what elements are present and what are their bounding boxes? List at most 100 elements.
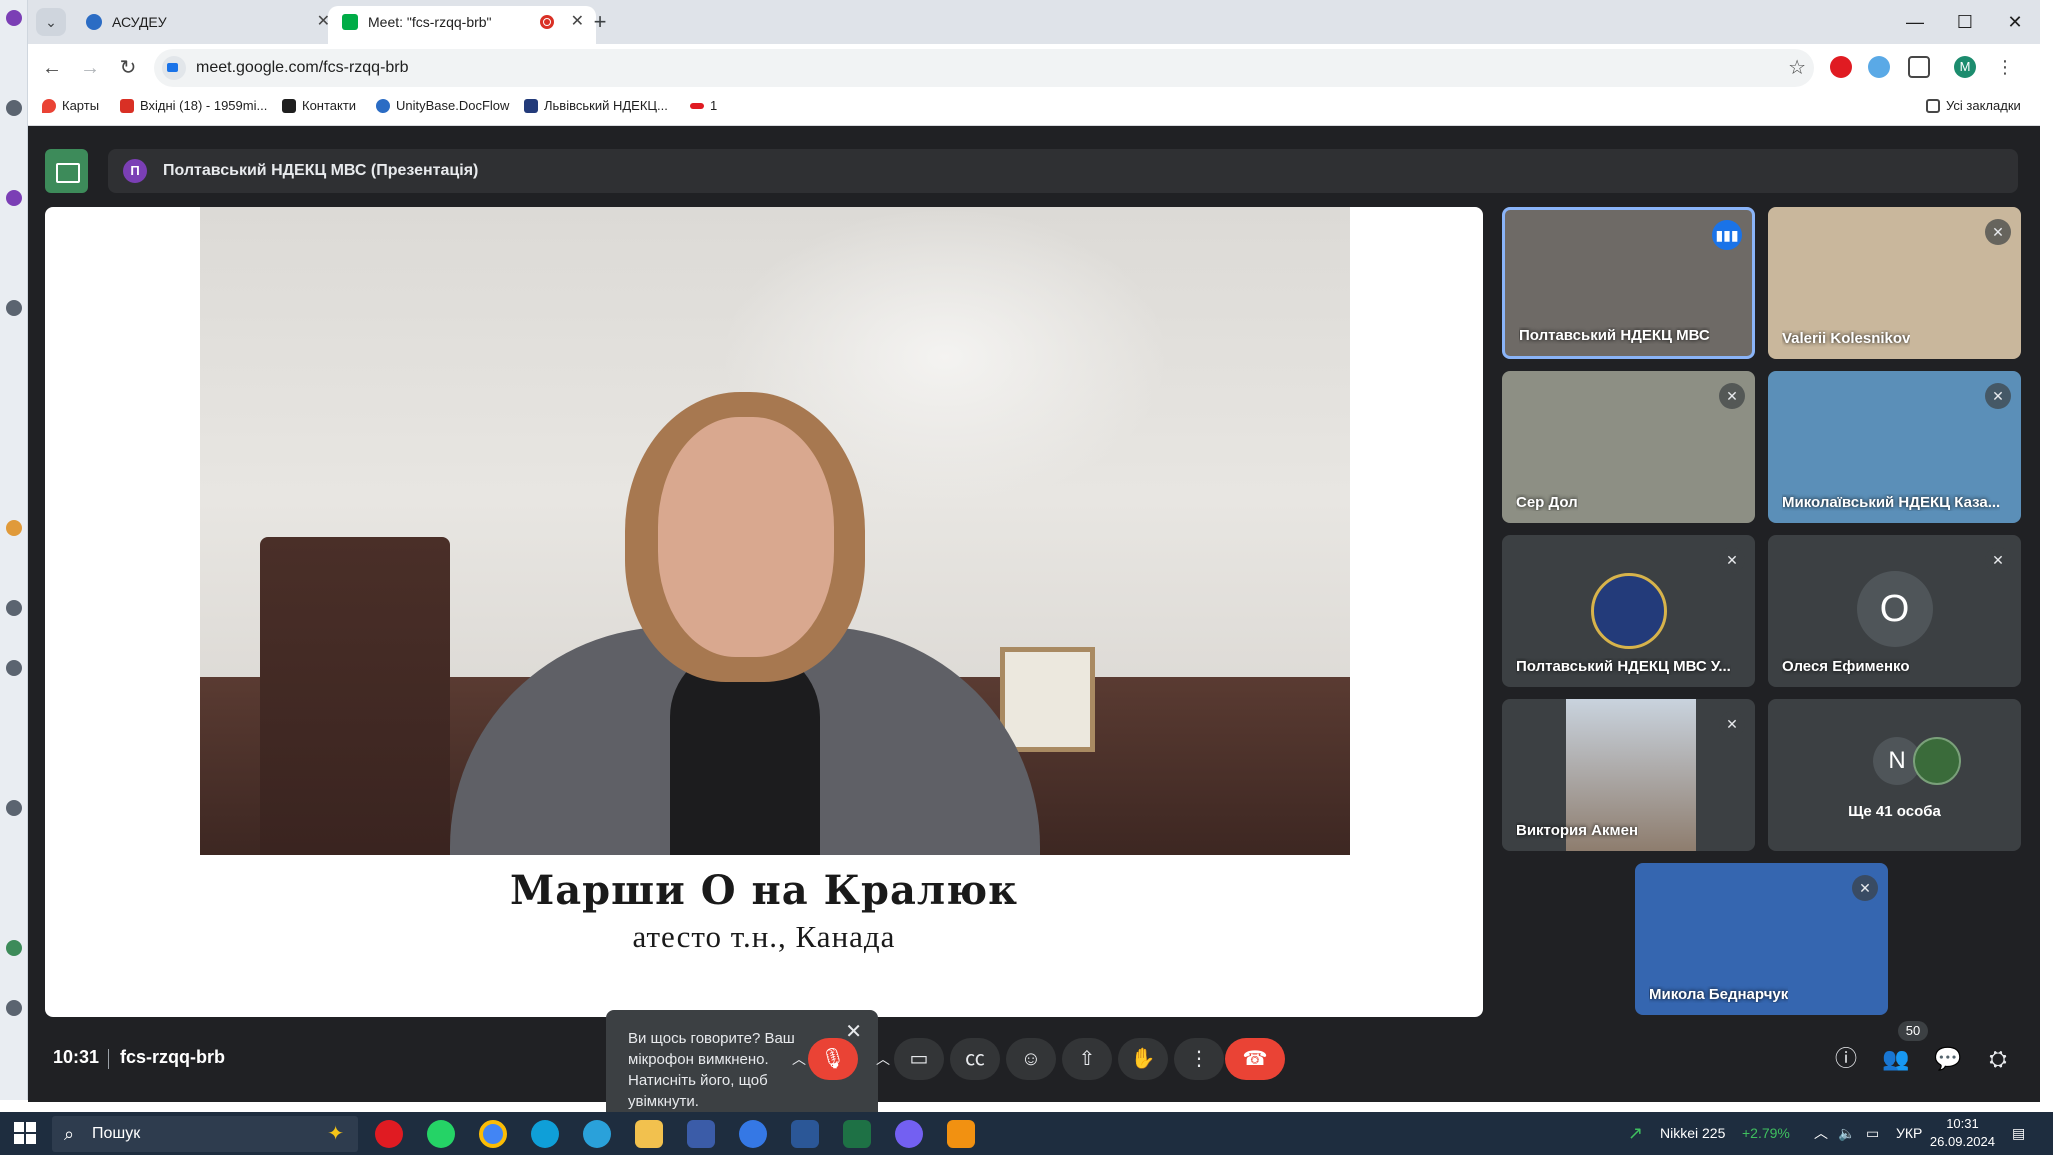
- taskbar-clock[interactable]: 10:31 26.09.2024: [1930, 1115, 1995, 1151]
- presentation-video[interactable]: Марши О на Кралюк атесто т.н., Канада: [45, 207, 1483, 1017]
- viber-app-icon[interactable]: [895, 1120, 923, 1148]
- file-explorer-icon[interactable]: [635, 1120, 663, 1148]
- app-icon[interactable]: [947, 1120, 975, 1148]
- minimize-icon[interactable]: —: [1892, 6, 1938, 38]
- chrome-app-icon[interactable]: [479, 1120, 507, 1148]
- bookmark-item[interactable]: Вхідні (18) - 1959mi...: [120, 92, 267, 120]
- bookmark-item[interactable]: Карты: [42, 92, 99, 120]
- tray-chevron-icon[interactable]: ︿: [1814, 1112, 1828, 1155]
- app-icon[interactable]: [687, 1120, 715, 1148]
- participant-name: Миколаївський НДЕКЦ Каза...: [1782, 494, 2001, 511]
- app-icon[interactable]: [6, 300, 22, 316]
- more-participants-tile[interactable]: N Ще 41 особа: [1768, 699, 2021, 851]
- meet-control-bar: 10:31 fcs-rzqq-brb ︿ 🎙 ︿ ▭ ㏄ ☺ ⇧ ✋ ⋮ ☎ ⓘ…: [28, 1021, 2040, 1102]
- network-icon[interactable]: ▭: [1866, 1112, 1879, 1155]
- app-icon[interactable]: [6, 10, 22, 26]
- app-icon[interactable]: [6, 800, 22, 816]
- mic-off-button[interactable]: 🎙: [808, 1038, 858, 1080]
- menu-dots-icon[interactable]: ⋮: [1994, 56, 2016, 78]
- captions-button[interactable]: ㏄: [950, 1038, 1000, 1080]
- meet-favicon-icon: [342, 14, 358, 30]
- extensions-puzzle-icon[interactable]: [1908, 56, 1930, 78]
- presenter-avatar: П: [123, 159, 147, 183]
- app-icon[interactable]: [739, 1120, 767, 1148]
- speaking-indicator-icon: ▮▮▮: [1712, 220, 1742, 250]
- present-screen-button[interactable]: ⇧: [1062, 1038, 1112, 1080]
- app-icon[interactable]: [6, 190, 22, 206]
- forward-arrow-icon[interactable]: →: [76, 54, 104, 82]
- tab-search-chevron-icon[interactable]: ⌄: [36, 8, 66, 36]
- asudeu-favicon-icon: [86, 14, 102, 30]
- all-bookmarks[interactable]: Усі закладки: [1926, 92, 2021, 120]
- app-icon[interactable]: [6, 660, 22, 676]
- bookmark-item[interactable]: Контакти: [282, 92, 356, 120]
- extension-icon[interactable]: [1868, 56, 1890, 78]
- tab-label: АСУДЕУ: [112, 14, 167, 30]
- camera-button[interactable]: ▭: [894, 1038, 944, 1080]
- participant-tile[interactable]: ✕ Сер Дол: [1502, 371, 1755, 523]
- meeting-info-icon[interactable]: ⓘ: [1828, 1041, 1864, 1077]
- emoji-reaction-button[interactable]: ☺: [1006, 1038, 1056, 1080]
- input-language[interactable]: УКР: [1896, 1112, 1922, 1155]
- window-close-icon[interactable]: ✕: [1992, 6, 2038, 38]
- bookmarks-bar: Карты Вхідні (18) - 1959mi... Контакти U…: [28, 92, 2040, 126]
- bookmark-star-icon[interactable]: ☆: [1788, 49, 1806, 87]
- change-layout-icon[interactable]: [45, 149, 88, 193]
- reload-icon[interactable]: ↻: [114, 54, 142, 82]
- new-tab-plus-icon[interactable]: +: [586, 8, 614, 36]
- excel-app-icon[interactable]: [843, 1120, 871, 1148]
- participant-tile[interactable]: ✕ Valerii Kolesnikov: [1768, 207, 2021, 359]
- notifications-icon[interactable]: ▤: [2012, 1112, 2025, 1155]
- people-icon[interactable]: 👥: [1878, 1041, 1914, 1077]
- participant-tile[interactable]: ✕ Микола Беднарчук: [1635, 863, 1888, 1015]
- meeting-code: fcs-rzqq-brb: [120, 1047, 225, 1067]
- mic-off-icon: ✕: [1719, 711, 1745, 737]
- mic-off-icon: ✕: [1852, 875, 1878, 901]
- app-icon[interactable]: [6, 1000, 22, 1016]
- tab-close-icon[interactable]: ✕: [571, 6, 584, 38]
- raise-hand-button[interactable]: ✋: [1118, 1038, 1168, 1080]
- mic-off-icon: ✕: [1985, 219, 2011, 245]
- word-app-icon[interactable]: [791, 1120, 819, 1148]
- participant-tile[interactable]: ✕ Полтавський НДЕКЦ МВС У...: [1502, 535, 1755, 687]
- app-icon[interactable]: [6, 600, 22, 616]
- bookmark-item[interactable]: 1: [690, 92, 717, 120]
- bookmark-label: Карты: [62, 98, 100, 113]
- participant-tile[interactable]: ▮▮▮ Полтавський НДЕКЦ МВС: [1502, 207, 1755, 359]
- back-arrow-icon[interactable]: ←: [38, 54, 66, 82]
- speaker-camera-feed: [200, 207, 1350, 855]
- whatsapp-app-icon[interactable]: [427, 1120, 455, 1148]
- profile-avatar[interactable]: M: [1954, 56, 1976, 78]
- edge-app-icon[interactable]: [531, 1120, 559, 1148]
- bookmark-item[interactable]: Львівський НДЕКЦ...: [524, 92, 668, 120]
- app-icon[interactable]: [6, 520, 22, 536]
- address-bar[interactable]: meet.google.com/fcs-rzqq-brb ☆: [154, 49, 1814, 87]
- leave-call-button[interactable]: ☎: [1225, 1038, 1285, 1080]
- more-options-button[interactable]: ⋮: [1174, 1038, 1224, 1080]
- app-icon[interactable]: [6, 940, 22, 956]
- participant-tile[interactable]: ✕ Виктория Акмен: [1502, 699, 1755, 851]
- participant-tile[interactable]: О ✕ Олеся Ефименко: [1768, 535, 2021, 687]
- volume-icon[interactable]: 🔈: [1838, 1112, 1855, 1155]
- market-name[interactable]: Nikkei 225: [1660, 1112, 1725, 1155]
- chat-icon[interactable]: 💬: [1930, 1041, 1966, 1077]
- maximize-icon[interactable]: ☐: [1942, 6, 1988, 38]
- telegram-app-icon[interactable]: [583, 1120, 611, 1148]
- taskbar-search[interactable]: ⌕ Пошук ✦: [52, 1116, 358, 1152]
- app-icon[interactable]: [6, 100, 22, 116]
- url-text[interactable]: meet.google.com/fcs-rzqq-brb: [196, 49, 409, 87]
- activities-icon[interactable]: ⛭: [1980, 1041, 2016, 1077]
- site-info-icon[interactable]: [162, 56, 186, 80]
- bookmark-label: Усі закладки: [1946, 98, 2021, 113]
- presentation-title: Полтавський НДЕКЦ МВС (Презентація): [163, 162, 479, 179]
- windows-start-icon[interactable]: [14, 1122, 36, 1144]
- tab-meet[interactable]: Meet: "fcs-rzqq-brb" ✕: [328, 6, 596, 44]
- tab-asudeu[interactable]: АСУДЕУ ✕: [72, 6, 342, 44]
- more-participants-label: Ще 41 особа: [1848, 803, 1941, 820]
- opera-app-icon[interactable]: [375, 1120, 403, 1148]
- speaker-off-icon: ✕: [1719, 547, 1745, 573]
- participant-tile[interactable]: ✕ Миколаївський НДЕКЦ Каза...: [1768, 371, 2021, 523]
- market-trend-icon: ↗: [1628, 1123, 1644, 1143]
- bookmark-item[interactable]: UnityBase.DocFlow: [376, 92, 509, 120]
- opera-extension-icon[interactable]: [1830, 56, 1852, 78]
